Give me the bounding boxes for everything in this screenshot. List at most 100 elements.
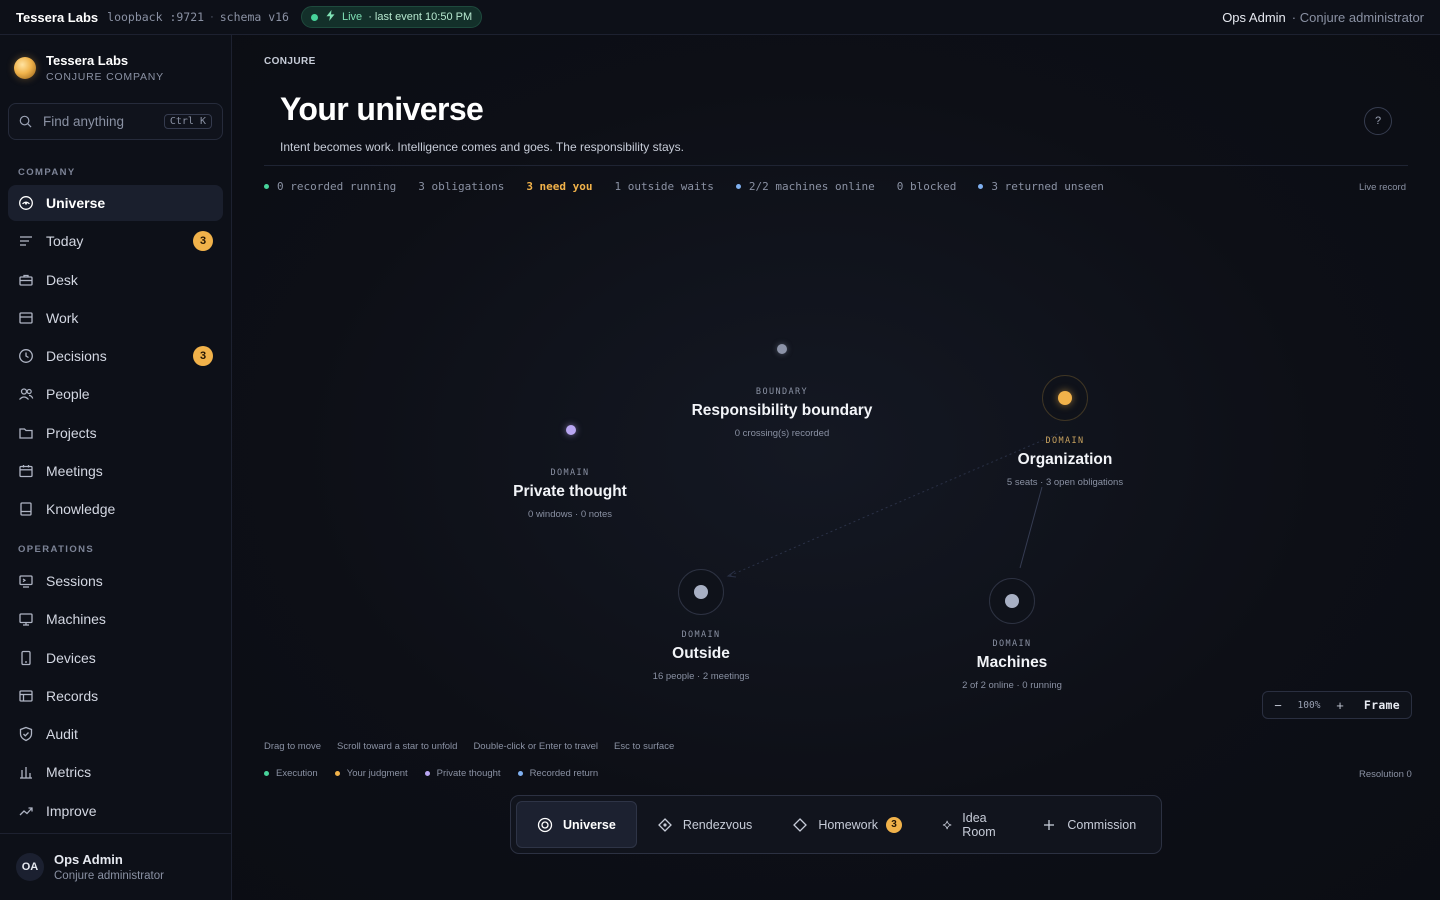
node-machines[interactable]: DOMAIN Machines 2 of 2 online · 0 runnin…	[882, 639, 1142, 691]
private-star[interactable]	[566, 425, 576, 435]
sidebar-item-projects[interactable]: Projects	[8, 415, 223, 451]
node-outside[interactable]: DOMAIN Outside 16 people · 2 meetings	[571, 630, 831, 682]
sidebar-item-label: Decisions	[46, 348, 107, 365]
target-icon	[537, 817, 553, 832]
sidebar-item-work[interactable]: Work	[8, 300, 223, 336]
work-icon	[19, 312, 33, 324]
dock-tab-rendezvous[interactable]: Rendezvous	[637, 801, 773, 848]
node-info: 0 windows · 0 notes	[528, 509, 612, 520]
dock-tab-label: Universe	[563, 817, 616, 832]
bolt-icon	[326, 10, 335, 24]
sidebar-item-records[interactable]: Records	[8, 678, 223, 714]
host-label: loopback :9721	[107, 10, 205, 24]
zoom-controls: − 100% + Frame	[1262, 691, 1412, 719]
account-footer[interactable]: OA Ops Admin Conjure administrator	[0, 833, 231, 900]
sidebar-item-label: Sessions	[46, 573, 103, 589]
sidebar-item-today[interactable]: Today 3	[8, 223, 223, 259]
boundary-star[interactable]	[777, 344, 787, 354]
schema-label: schema v16	[219, 10, 289, 24]
monitor-icon	[19, 613, 33, 626]
shield-icon	[19, 726, 33, 742]
today-count-badge: 3	[193, 231, 213, 252]
legend-dot-icon	[424, 771, 430, 776]
search-shortcut: Ctrl K	[163, 114, 212, 129]
node-name: Organization	[1017, 451, 1113, 468]
legend-item-private: Private thought	[424, 768, 501, 779]
top-bar: Tessera Labs loopback :9721 · schema v16…	[0, 0, 1440, 35]
outside-star[interactable]	[678, 569, 724, 615]
operations-section-label: OPERATIONS	[18, 544, 95, 555]
sidebar-item-label: Improve	[46, 802, 97, 819]
frame-button[interactable]: Frame	[1364, 698, 1400, 712]
dock-tab-universe[interactable]: Universe	[516, 801, 637, 848]
organization-star[interactable]	[1042, 375, 1088, 421]
dock-tab-commission[interactable]: Commission	[1021, 801, 1156, 848]
legend-item-judgment: Your judgment	[334, 768, 408, 779]
company-nav: Universe Today 3 Desk Work Decisions 3 P…	[8, 185, 223, 530]
live-dot-icon	[311, 13, 318, 21]
zoom-in-button[interactable]: +	[1325, 698, 1355, 713]
search-placeholder: Find anything	[43, 114, 125, 129]
node-type: DOMAIN	[1045, 436, 1085, 446]
outside-core	[694, 585, 708, 599]
sidebar-item-people[interactable]: People	[8, 376, 223, 412]
main-panel: CONJURE Your universe Intent becomes wor…	[232, 35, 1440, 900]
plus-icon	[1044, 819, 1055, 830]
sidebar-item-sessions[interactable]: Sessions	[8, 563, 223, 599]
sparkle-icon	[942, 820, 952, 829]
bar-chart-icon	[20, 767, 32, 780]
sidebar-item-label: Records	[46, 687, 99, 704]
node-private-thought[interactable]: DOMAIN Private thought 0 windows · 0 not…	[440, 468, 700, 520]
sidebar-item-machines[interactable]: Machines	[8, 601, 223, 637]
sidebar-item-meetings[interactable]: Meetings	[8, 453, 223, 489]
user-menu[interactable]: Ops Admin · Conjure administrator	[1222, 10, 1424, 25]
org-switcher[interactable]: Tessera Labs CONJURE COMPANY	[14, 53, 164, 83]
node-info: 2 of 2 online · 0 running	[962, 680, 1062, 691]
node-type: DOMAIN	[992, 639, 1032, 649]
folder-icon	[19, 428, 33, 439]
records-icon	[19, 690, 33, 702]
sidebar: Tessera Labs CONJURE COMPANY Find anythi…	[0, 35, 232, 900]
legend-label: Recorded return	[529, 768, 599, 779]
node-info: 0 crossing(s) recorded	[734, 428, 830, 439]
legend-label: Your judgment	[346, 768, 408, 779]
sidebar-item-decisions[interactable]: Decisions 3	[8, 338, 223, 374]
machines-core	[1005, 594, 1019, 608]
sessions-icon	[19, 575, 33, 588]
sidebar-item-desk[interactable]: Desk	[8, 262, 223, 298]
account-role: Conjure administrator	[54, 870, 164, 882]
resolution-label: Resolution 0	[1359, 769, 1412, 780]
people-icon	[19, 388, 34, 401]
zoom-out-button[interactable]: −	[1263, 698, 1293, 713]
legend-label: Execution	[276, 768, 318, 779]
machines-star[interactable]	[989, 578, 1035, 624]
organization-core	[1058, 391, 1072, 405]
node-boundary[interactable]: BOUNDARY Responsibility boundary 0 cross…	[652, 387, 912, 439]
dock-tab-label: Commission	[1067, 817, 1137, 832]
search-icon	[19, 115, 32, 128]
homework-count-badge: 3	[886, 816, 903, 833]
legend: Execution Your judgment Private thought …	[264, 768, 615, 779]
book-icon	[20, 502, 32, 517]
org-logo-icon	[14, 57, 36, 79]
sidebar-item-audit[interactable]: Audit	[8, 716, 223, 752]
device-icon	[21, 650, 31, 665]
dock-tab-label: Rendezvous	[682, 817, 753, 832]
sidebar-item-devices[interactable]: Devices	[8, 640, 223, 676]
node-name: Responsibility boundary	[691, 402, 873, 419]
sidebar-item-knowledge[interactable]: Knowledge	[8, 491, 223, 527]
dock-tab-homework[interactable]: Homework 3	[772, 801, 922, 848]
sidebar-item-universe[interactable]: Universe	[8, 185, 223, 221]
calendar-icon	[19, 465, 33, 478]
node-name: Machines	[976, 654, 1048, 671]
sidebar-item-improve[interactable]: Improve	[8, 793, 223, 829]
sidebar-item-metrics[interactable]: Metrics	[8, 754, 223, 790]
sidebar-item-label: Devices	[46, 649, 96, 666]
zoom-level: 100%	[1297, 699, 1321, 711]
search-input[interactable]: Find anything Ctrl K	[8, 103, 223, 140]
dock-tab-idea-room[interactable]: Idea Room	[922, 801, 1021, 848]
live-status-pill[interactable]: Live · last event 10:50 PM	[301, 6, 483, 28]
account-name: Ops Admin	[54, 852, 123, 867]
node-organization[interactable]: DOMAIN Organization 5 seats · 3 open obl…	[935, 436, 1195, 488]
node-type: DOMAIN	[550, 468, 590, 478]
